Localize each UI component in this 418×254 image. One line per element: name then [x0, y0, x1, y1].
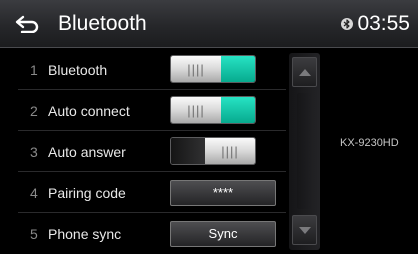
toggle-knob: |||| — [171, 56, 221, 82]
header-bar: Bluetooth 03:55 — [0, 0, 418, 48]
row-label: Phone sync — [48, 226, 122, 242]
settings-row-pairing-code: 4 Pairing code **** — [18, 172, 286, 213]
row-number: 5 — [30, 226, 38, 242]
toggle-on-fill — [219, 56, 255, 82]
bluetooth-toggle[interactable]: |||| — [170, 55, 256, 83]
scrollbar[interactable] — [289, 53, 320, 250]
bluetooth-icon — [341, 18, 354, 30]
device-name: KX-9230HD — [340, 137, 399, 149]
row-label: Auto connect — [48, 103, 130, 119]
row-label: Auto answer — [48, 144, 126, 160]
settings-row-bluetooth: 1 Bluetooth |||| — [18, 49, 286, 90]
toggle-knob: |||| — [205, 138, 255, 164]
scroll-thumb[interactable] — [297, 93, 312, 209]
arrow-down-icon — [298, 226, 311, 234]
page-title: Bluetooth — [58, 12, 147, 35]
settings-row-auto-answer: 3 Auto answer |||| — [18, 131, 286, 172]
back-button[interactable] — [10, 11, 44, 37]
row-label: Pairing code — [48, 185, 126, 201]
settings-list: 1 Bluetooth |||| 2 Auto connect |||| 3 A… — [18, 49, 286, 252]
row-number: 4 — [30, 185, 38, 201]
scroll-up-button[interactable] — [292, 57, 317, 87]
clock: 03:55 — [357, 12, 410, 35]
settings-row-phone-sync: 5 Phone sync Sync — [18, 213, 286, 254]
auto-connect-toggle[interactable]: |||| — [170, 96, 256, 124]
back-arrow-icon — [15, 15, 39, 33]
settings-row-auto-connect: 2 Auto connect |||| — [18, 90, 286, 131]
pairing-code-button[interactable]: **** — [170, 180, 276, 206]
row-label: Bluetooth — [48, 62, 108, 78]
arrow-up-icon — [298, 68, 311, 76]
toggle-knob: |||| — [171, 97, 221, 123]
row-number: 1 — [30, 62, 38, 78]
toggle-on-fill — [219, 97, 255, 123]
auto-answer-toggle[interactable]: |||| — [170, 137, 256, 165]
status-area: 03:55 — [341, 12, 410, 36]
row-number: 3 — [30, 144, 38, 160]
scroll-down-button[interactable] — [292, 215, 317, 245]
sync-button[interactable]: Sync — [170, 221, 276, 247]
row-number: 2 — [30, 103, 38, 119]
